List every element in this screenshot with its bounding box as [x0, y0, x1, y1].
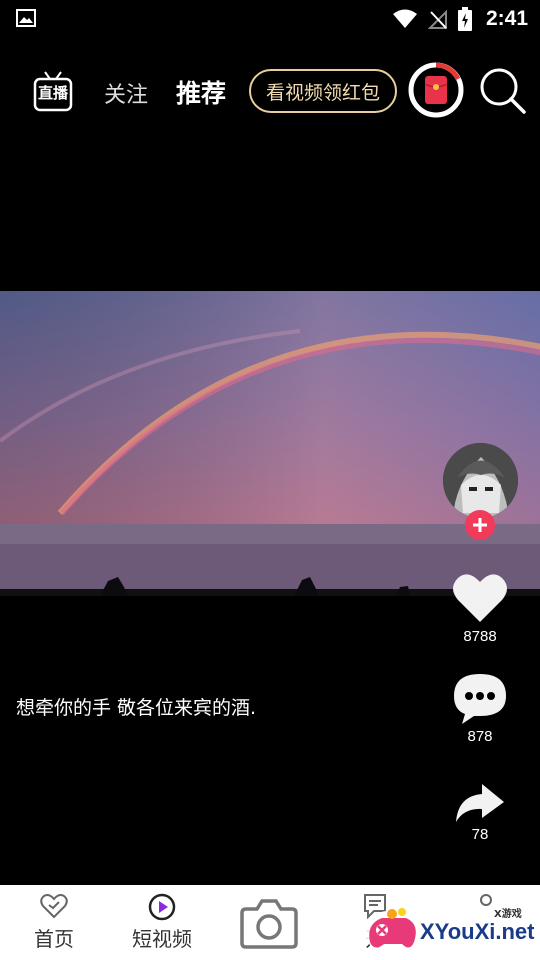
home-heart-icon — [40, 894, 68, 919]
camera-icon[interactable] — [240, 897, 298, 949]
comment-count: 878 — [467, 728, 493, 745]
watermark-text: XYouXi.net — [420, 919, 535, 944]
tab-short-video-label: 短视频 — [132, 927, 192, 951]
tab-home-label: 首页 — [34, 927, 74, 951]
comment-icon — [454, 674, 506, 724]
tab-home[interactable]: 首页 — [4, 885, 104, 960]
gamepad-logo-icon — [364, 908, 424, 954]
tab-short-video[interactable]: 短视频 — [112, 885, 212, 960]
share-count: 78 — [471, 826, 489, 843]
status-bar: 2:41 — [0, 0, 540, 38]
plus-icon — [473, 518, 487, 532]
avatar-image — [443, 443, 518, 518]
comment-action[interactable]: 878 — [440, 672, 520, 745]
top-nav: 直播 关注 推荐 看视频领红包 — [0, 58, 540, 124]
author-avatar[interactable] — [443, 443, 518, 518]
like-action[interactable]: 8788 — [440, 572, 520, 645]
tab-recommend[interactable]: 推荐 — [176, 74, 226, 110]
no-signal-icon — [427, 9, 447, 29]
follow-plus-button[interactable] — [465, 510, 495, 540]
image-icon — [16, 9, 36, 27]
share-action[interactable]: 78 — [440, 782, 520, 843]
battery-charging-icon — [457, 7, 472, 31]
status-time: 2:41 — [485, 7, 528, 30]
like-count: 8788 — [463, 628, 497, 645]
wifi-icon — [392, 9, 417, 28]
watermark: X游戏 XYouXi.net — [362, 902, 540, 960]
search-icon[interactable] — [478, 66, 528, 116]
share-icon — [456, 784, 504, 822]
video-caption: 想牵你的手 敬各位来宾的酒. — [16, 697, 257, 719]
redpacket-timer-icon[interactable] — [408, 62, 464, 118]
play-circle-icon — [148, 893, 176, 921]
live-label: 直播 — [37, 84, 68, 102]
heart-icon — [453, 574, 507, 622]
watermark-sub: X游戏 — [494, 909, 522, 920]
tab-follow[interactable]: 关注 — [104, 77, 148, 109]
video-frame[interactable] — [0, 291, 540, 596]
watch-video-redpacket-button[interactable]: 看视频领红包 — [249, 69, 397, 113]
